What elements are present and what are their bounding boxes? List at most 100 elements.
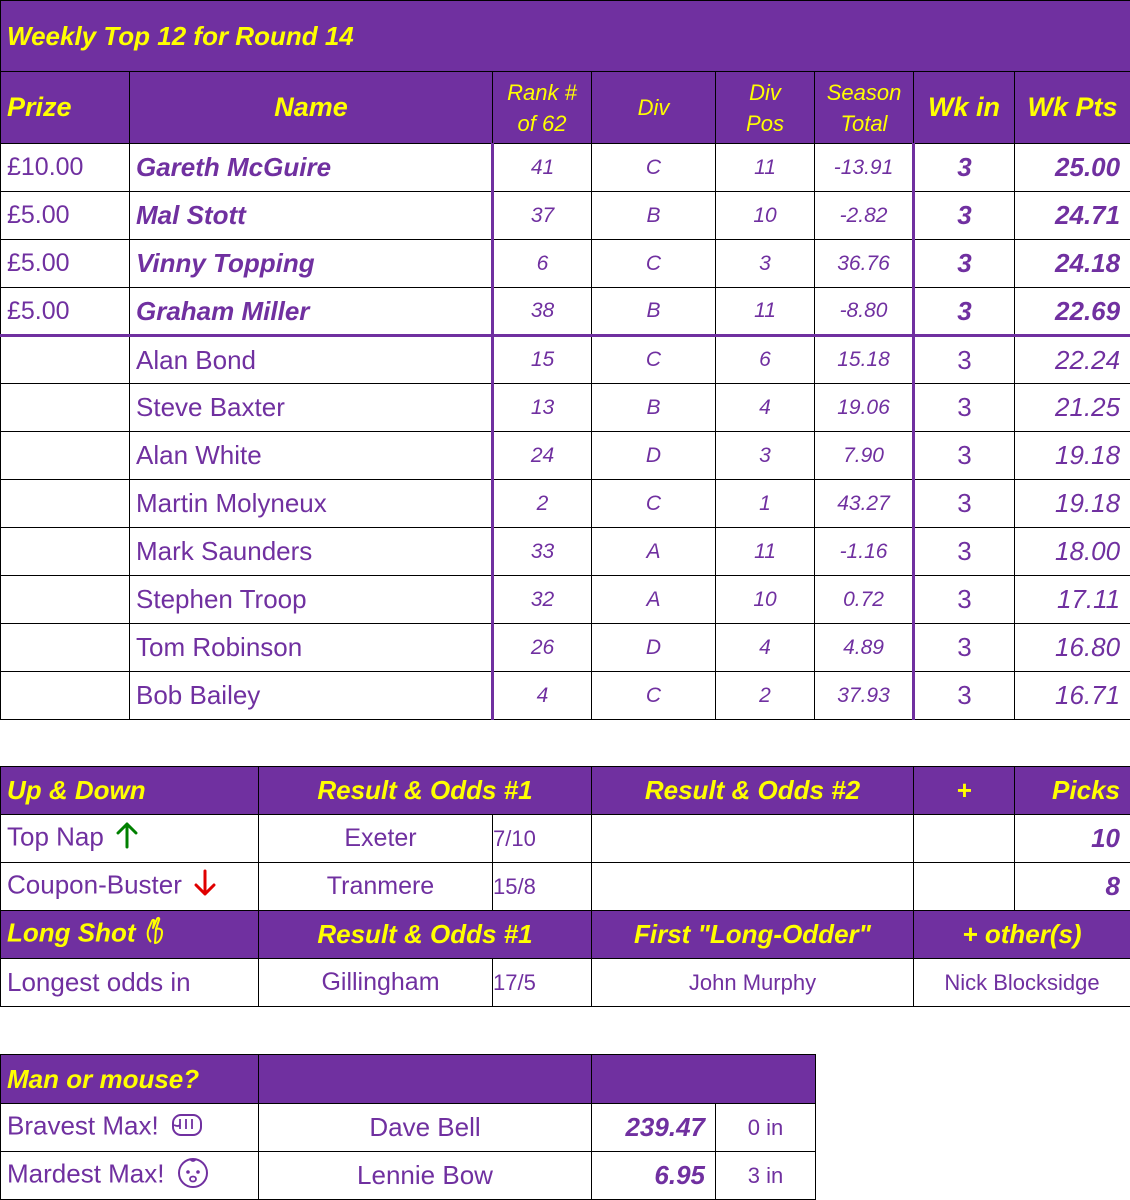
updown-header: Up & Down bbox=[0, 766, 259, 815]
wk-in-cell: 3 bbox=[913, 334, 1015, 384]
updown-table: Up & Down Result & Odds #1 Result & Odds… bbox=[0, 766, 1130, 1007]
divpos-cell: 3 bbox=[715, 239, 815, 288]
div-cell: C bbox=[591, 479, 716, 528]
prize-cell bbox=[0, 431, 130, 480]
coupon-buster-label: Coupon-Buster bbox=[0, 862, 259, 911]
bravest-value: 239.47 bbox=[591, 1103, 716, 1152]
bravest-in: 0 in bbox=[715, 1103, 816, 1152]
div-cell: D bbox=[591, 431, 716, 480]
divpos-cell: 10 bbox=[715, 575, 815, 624]
prize-cell bbox=[0, 479, 130, 528]
prize-cell: £10.00 bbox=[0, 143, 130, 192]
divpos-cell: 10 bbox=[715, 191, 815, 240]
table-row: £5.00 Vinny Topping 6 C 3 36.76 3 24.18 bbox=[0, 239, 1130, 288]
bravest-name: Dave Bell bbox=[258, 1103, 592, 1152]
fist-icon bbox=[170, 1109, 204, 1146]
wk-pts-cell: 17.11 bbox=[1013, 575, 1130, 624]
div-cell: D bbox=[591, 623, 716, 672]
longest-odds-label: Longest odds in bbox=[0, 958, 259, 1007]
name-cell: Alan Bond bbox=[129, 334, 494, 384]
result2-header: Result & Odds #2 bbox=[591, 766, 914, 815]
longshot-header: Long Shot bbox=[0, 910, 259, 959]
wk-in-cell: 3 bbox=[913, 575, 1015, 624]
others-header: + other(s) bbox=[913, 910, 1130, 959]
table-row: Stephen Troop 32 A 10 0.72 3 17.11 bbox=[0, 575, 1130, 624]
table-row: Bob Bailey 4 C 2 37.93 3 16.71 bbox=[0, 671, 1130, 720]
coupon-buster-row: Coupon-Buster Tranmere 15/8 8 bbox=[0, 862, 1130, 911]
man-mouse-header-blank-2 bbox=[591, 1054, 816, 1104]
season-cell: 7.90 bbox=[814, 431, 915, 480]
col-name: Name bbox=[129, 71, 493, 144]
rank-cell: 41 bbox=[492, 143, 592, 192]
div-cell: B bbox=[591, 287, 716, 336]
name-cell: Vinny Topping bbox=[129, 239, 494, 288]
top-nap-team: Exeter bbox=[258, 814, 493, 863]
season-cell: -13.91 bbox=[814, 143, 915, 192]
wk-pts-cell: 24.18 bbox=[1013, 239, 1130, 288]
column-header-row: Prize Name Rank # of 62 Div Div Pos Season… bbox=[0, 71, 1130, 144]
wk-pts-cell: 18.00 bbox=[1013, 527, 1130, 576]
divpos-cell: 3 bbox=[715, 431, 815, 480]
season-cell: 0.72 bbox=[814, 575, 915, 624]
rank-cell: 38 bbox=[492, 287, 592, 336]
wk-in-cell: 3 bbox=[913, 527, 1015, 576]
prize-cell bbox=[0, 623, 130, 672]
div-cell: B bbox=[591, 191, 716, 240]
table-row: £5.00 Mal Stott 37 B 10 -2.82 3 24.71 bbox=[0, 191, 1130, 240]
table-body: £10.00 Gareth McGuire 41 C 11 -13.91 3 25.00 £5.… bbox=[0, 143, 1130, 720]
first-longodder: John Murphy bbox=[591, 958, 914, 1007]
wk-pts-cell: 16.80 bbox=[1013, 623, 1130, 672]
name-cell: Mal Stott bbox=[129, 191, 494, 240]
table-row: Steve Baxter 13 B 4 19.06 3 21.25 bbox=[0, 383, 1130, 432]
season-cell: -2.82 bbox=[814, 191, 915, 240]
name-cell: Mark Saunders bbox=[129, 527, 494, 576]
table-row: Alan White 24 D 3 7.90 3 19.18 bbox=[0, 431, 1130, 480]
top-nap-row: Top Nap Exeter 7/10 10 bbox=[0, 814, 1130, 863]
table-row: Tom Robinson 26 D 4 4.89 3 16.80 bbox=[0, 623, 1130, 672]
coupon-buster-odds: 15/8 bbox=[492, 862, 592, 911]
name-cell: Graham Miller bbox=[129, 287, 494, 336]
longshot-row: Longest odds in Gillingham 17/5 John Mur… bbox=[0, 958, 1130, 1007]
longshot-team: Gillingham bbox=[258, 958, 493, 1007]
man-or-mouse-table: Man or mouse? Bravest Max! Dave Bell 239… bbox=[0, 1054, 816, 1200]
wk-pts-cell: 24.71 bbox=[1013, 191, 1130, 240]
rank-cell: 4 bbox=[492, 671, 592, 720]
table-row: Martin Molyneux 2 C 1 43.27 3 19.18 bbox=[0, 479, 1130, 528]
rank-cell: 13 bbox=[492, 383, 592, 432]
rank-cell: 37 bbox=[492, 191, 592, 240]
bravest-row: Bravest Max! Dave Bell 239.47 0 in bbox=[0, 1103, 816, 1152]
wk-in-cell: 3 bbox=[913, 143, 1015, 192]
weekly-top-table: Weekly Top 12 for Round 14 Prize Name Ra… bbox=[0, 0, 1130, 720]
coupon-buster-team: Tranmere bbox=[258, 862, 493, 911]
prize-cell bbox=[0, 334, 130, 384]
rank-cell: 2 bbox=[492, 479, 592, 528]
wk-in-cell: 3 bbox=[913, 191, 1015, 240]
baby-face-icon bbox=[176, 1155, 210, 1196]
col-season: Season Total bbox=[814, 71, 914, 144]
season-cell: -8.80 bbox=[814, 287, 915, 336]
wk-in-cell: 3 bbox=[913, 479, 1015, 528]
top-nap-picks: 10 bbox=[1014, 814, 1130, 863]
season-cell: 19.06 bbox=[814, 383, 915, 432]
updown-header-row: Up & Down Result & Odds #1 Result & Odds… bbox=[0, 766, 1130, 815]
longshot-header-row: Long Shot Result & Odds #1 First "Long-O… bbox=[0, 910, 1130, 959]
wk-in-cell: 3 bbox=[913, 287, 1015, 336]
col-wk-in: Wk in bbox=[913, 71, 1015, 144]
arrow-down-icon bbox=[193, 869, 217, 904]
man-mouse-header-row: Man or mouse? bbox=[0, 1054, 816, 1104]
wk-pts-cell: 25.00 bbox=[1013, 143, 1130, 192]
bravest-label: Bravest Max! bbox=[0, 1103, 259, 1152]
first-longodder-header: First "Long-Odder" bbox=[591, 910, 914, 959]
rank-cell: 6 bbox=[492, 239, 592, 288]
wk-pts-cell: 16.71 bbox=[1013, 671, 1130, 720]
divpos-cell: 11 bbox=[715, 527, 815, 576]
season-cell: 4.89 bbox=[814, 623, 915, 672]
table-row: £10.00 Gareth McGuire 41 C 11 -13.91 3 25.00 bbox=[0, 143, 1130, 192]
longshot-result1-header: Result & Odds #1 bbox=[258, 910, 592, 959]
prize-cell: £5.00 bbox=[0, 239, 130, 288]
divpos-cell: 4 bbox=[715, 383, 815, 432]
div-cell: C bbox=[591, 143, 716, 192]
man-mouse-header-blank bbox=[258, 1054, 592, 1104]
coupon-buster-result2 bbox=[591, 862, 914, 911]
season-cell: 37.93 bbox=[814, 671, 915, 720]
